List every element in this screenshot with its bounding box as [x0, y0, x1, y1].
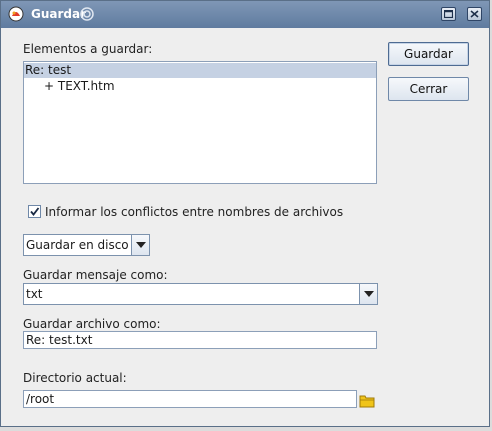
directory-field[interactable]: /root [23, 390, 357, 408]
list-item[interactable]: Re: test [24, 63, 376, 78]
list-item[interactable]: + TEXT.htm [44, 79, 115, 94]
close-icon[interactable] [467, 7, 482, 21]
save-target-select[interactable]: Guardar en disco [23, 234, 150, 256]
save-button[interactable]: Guardar [388, 42, 469, 66]
directory-label: Directorio actual: [23, 371, 127, 385]
folder-icon[interactable] [359, 394, 375, 411]
close-button[interactable]: Cerrar [388, 77, 469, 101]
checkmark-icon [30, 207, 40, 216]
list-item-label: Re: test [25, 63, 72, 77]
file-as-label: Guardar archivo como: [23, 317, 161, 331]
message-as-label: Guardar mensaje como: [23, 268, 168, 282]
window-title: Guardar [31, 7, 87, 21]
title-bar[interactable]: Guardar [1, 1, 489, 28]
app-icon[interactable] [8, 6, 24, 22]
conflicts-checkbox[interactable] [28, 205, 41, 218]
swirl-icon [79, 6, 95, 25]
file-name-field[interactable]: Re: test.txt [23, 331, 377, 349]
list-item-label: + TEXT.htm [44, 79, 115, 93]
items-label: Elementos a guardar: [23, 42, 153, 56]
save-dialog: Guardar Elementos a guardar: Re: test + … [0, 0, 490, 427]
maximize-icon[interactable] [441, 7, 456, 21]
message-format-select[interactable]: txt [23, 283, 378, 305]
save-target-value: Guardar en disco [26, 238, 129, 252]
message-format-value: txt [26, 287, 43, 301]
conflicts-checkbox-label[interactable]: Informar los conflictos entre nombres de… [45, 205, 343, 219]
chevron-down-icon[interactable] [359, 284, 377, 304]
items-list[interactable]: Re: test + TEXT.htm [23, 61, 377, 184]
chevron-down-icon[interactable] [131, 235, 149, 255]
